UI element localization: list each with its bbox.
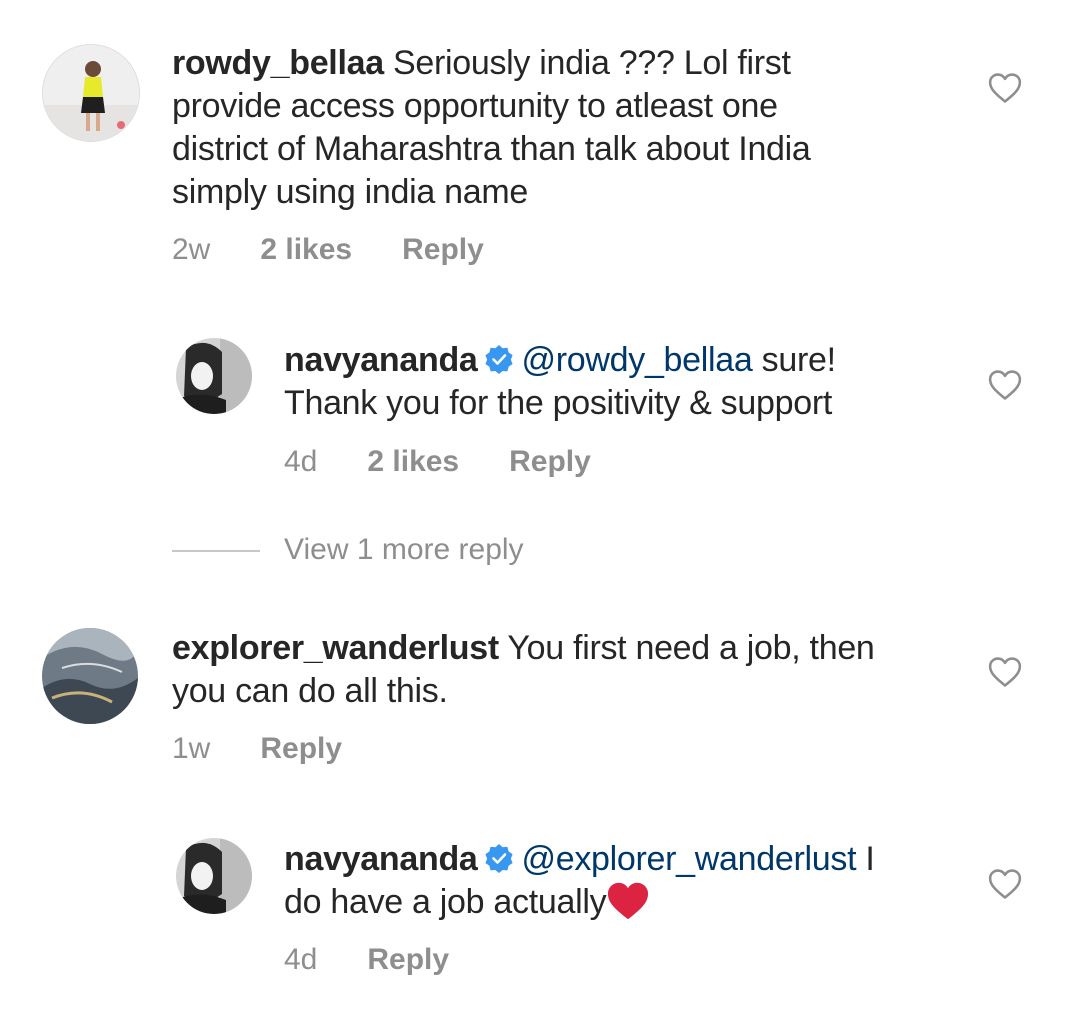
comment-likes[interactable]: 2 likes [260,232,352,268]
divider-line [172,550,260,553]
comment-line: Seriously india ??? Lol first [392,44,791,82]
comment-meta: 4d 2 likes Reply [284,444,591,480]
comment-username[interactable]: rowdy_bellaa [172,44,384,82]
red-heart-emoji [606,881,650,921]
mention-link[interactable]: @explorer_wanderlust [522,840,857,878]
heart-outline-icon[interactable] [988,868,1022,900]
avatar[interactable] [176,338,252,414]
comment-meta: 2w 2 likes Reply [172,232,484,268]
heart-outline-icon[interactable] [988,369,1022,401]
mention-link[interactable]: @rowdy_bellaa [522,341,753,379]
comment-line: do have a job actually [284,883,607,921]
comment-time: 1w [172,732,211,765]
comment-text: navyananda @explorer_wanderlust I do have… [284,838,984,924]
view-more-replies-button[interactable]: View 1 more reply [172,530,524,570]
comment-text: rowdy_bellaa Seriously india ??? Lol fir… [172,42,932,214]
avatar[interactable] [42,628,138,724]
reply-button[interactable]: Reply [367,942,449,978]
verified-badge-icon [484,344,514,374]
comment-text: navyananda @rowdy_bellaa sure! Thank you … [284,339,964,425]
heart-outline-icon[interactable] [988,656,1022,688]
comment-line: simply using india name [172,173,528,211]
comment-line: You first need a job, then [507,629,875,667]
comment-meta: 1w Reply [172,731,342,767]
comment-meta: 4d Reply [284,942,449,978]
comment-time: 4d [284,943,318,976]
view-more-label: View 1 more reply [284,533,524,566]
reply-button[interactable]: Reply [260,731,342,767]
comment-line: provide access opportunity to atleast on… [172,87,778,125]
reply-button[interactable]: Reply [509,444,591,480]
comment-line: district of Maharashtra than talk about … [172,130,811,168]
verified-badge-icon [484,843,514,873]
comment-time: 2w [172,233,211,266]
comment-likes[interactable]: 2 likes [367,444,459,480]
comment-text: explorer_wanderlust You first need a job… [172,627,952,713]
reply-button[interactable]: Reply [402,232,484,268]
comment-username[interactable]: navyananda [284,840,478,878]
comment-line: I [865,840,875,878]
comment-line: sure! [761,341,836,379]
avatar[interactable] [176,838,252,914]
comment-username[interactable]: explorer_wanderlust [172,629,499,667]
comment-line: Thank you for the positivity & support [284,384,832,422]
heart-outline-icon[interactable] [988,72,1022,104]
comment-time: 4d [284,445,318,478]
comment-line: you can do all this. [172,672,448,710]
comment-username[interactable]: navyananda [284,341,478,379]
avatar[interactable] [42,44,140,142]
